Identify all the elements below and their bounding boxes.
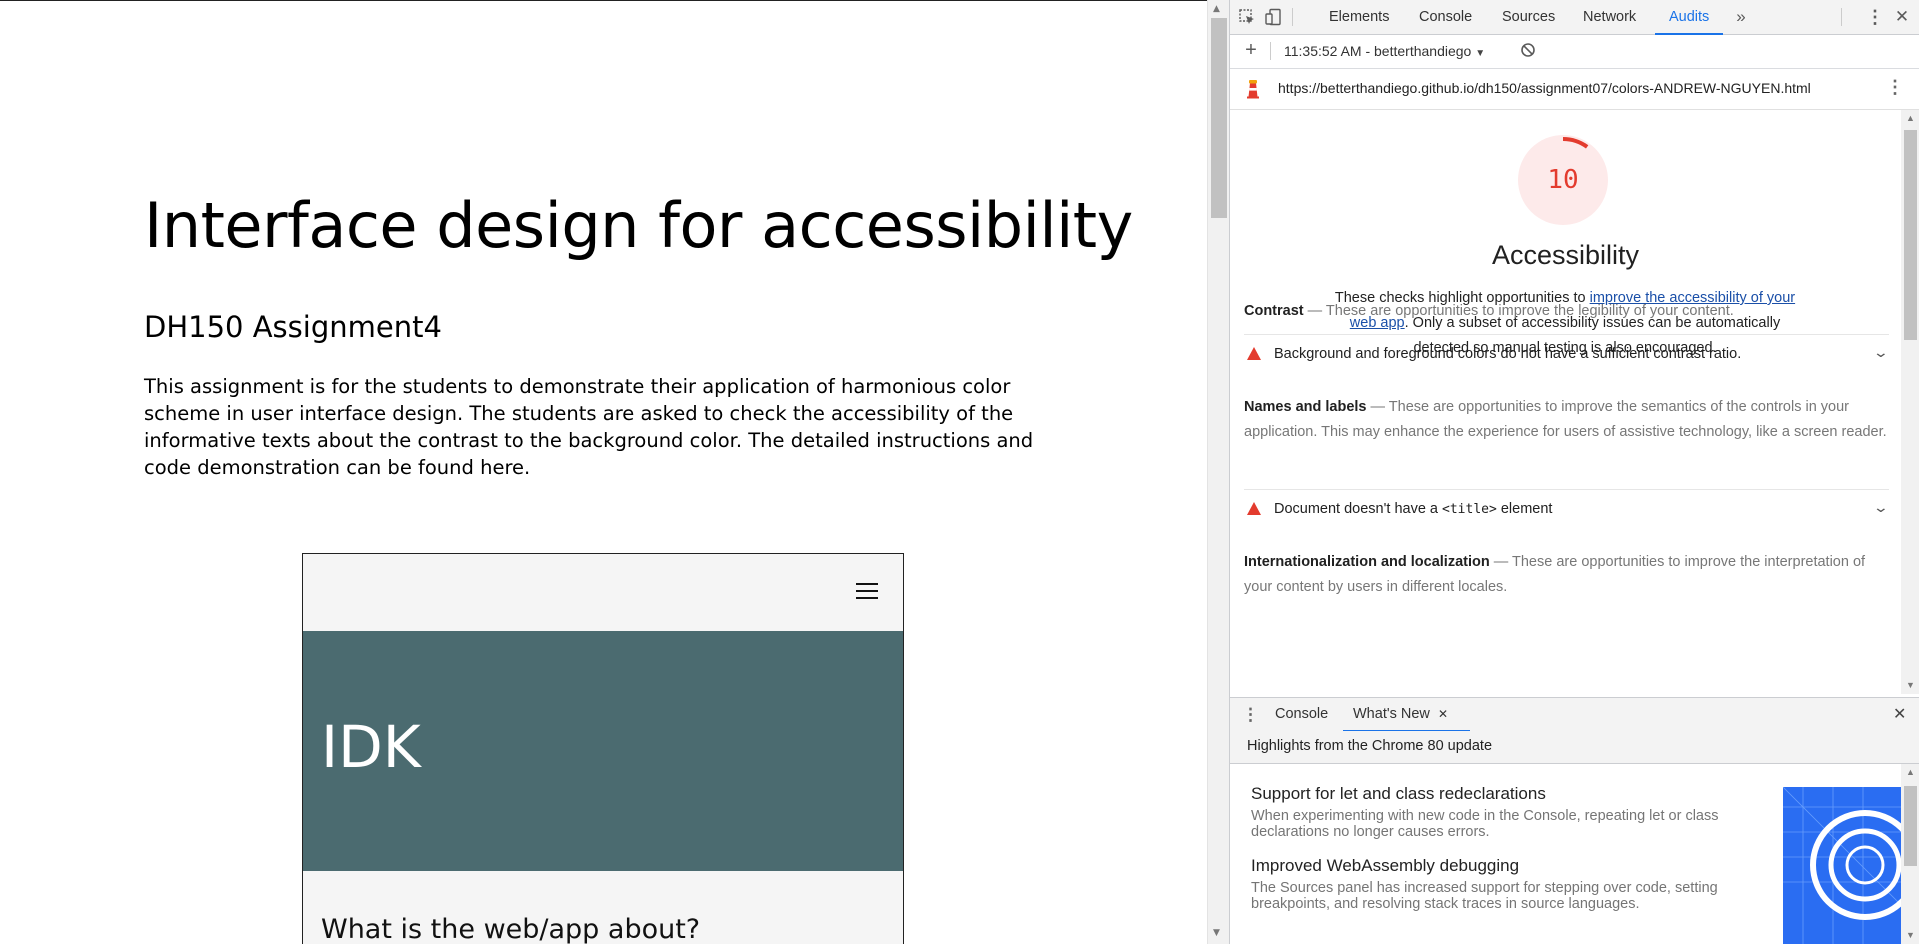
group-title: Internationalization and localization [1244,554,1490,570]
whats-new-item[interactable]: Improved WebAssembly debugging The Sourc… [1251,856,1731,912]
whats-new-illustration [1783,787,1901,944]
audit-title-text: Document doesn't have a [1274,501,1443,517]
whats-new-item-title: Improved WebAssembly debugging [1251,856,1520,875]
audit-title-text: element [1496,501,1553,517]
report-selector-label: 11:35:52 AM - betterthandiego [1284,43,1472,59]
report-url-bar: https://betterthandiego.github.io/dh150/… [1230,69,1919,110]
page-title: Interface design for accessibility [144,189,1133,262]
group-i18n-header: Internationalization and localization — … [1244,554,1866,595]
report-url[interactable]: https://betterthandiego.github.io/dh150/… [1278,80,1811,96]
tab-elements[interactable]: Elements [1329,0,1389,34]
report-menu-icon[interactable]: ⋮ [1886,77,1904,98]
app-mockup: IDK What is the web/app about? [302,553,904,944]
audits-toolbar: + 11:35:52 AM - betterthandiego ▼ [1230,35,1919,69]
drawer-tab-whats-new[interactable]: What's New ✕ [1343,698,1470,732]
whats-new-item-desc: When experimenting with new code in the … [1251,808,1719,840]
hamburger-menu-icon[interactable] [856,583,878,599]
device-toolbar-icon[interactable] [1264,8,1282,26]
devtools-panel: Elements Console Sources Network Audits … [1229,0,1919,944]
audit-document-title[interactable]: Document doesn't have a <title> element … [1244,489,1889,530]
drawer-scrollbar-thumb[interactable] [1904,786,1917,866]
category-title: Accessibility [1491,240,1640,270]
scroll-up-arrow-icon[interactable]: ▲ [1906,767,1915,777]
page-scrollbar[interactable]: ▲ ▼ [1207,0,1230,944]
mockup-hero: IDK [303,631,903,871]
drawer-scrollbar[interactable]: ▲ ▼ [1901,764,1919,944]
whats-new-header: Highlights from the Chrome 80 update [1230,731,1919,764]
audit-title-code: <title> [1442,502,1497,517]
mockup-section-title: What is the web/app about? [321,914,701,944]
mockup-navbar [303,554,903,631]
group-title: Contrast [1244,303,1304,319]
audit-report: 10 Accessibility These checks highlight … [1230,110,1901,694]
report-selector[interactable]: 11:35:52 AM - betterthandiego ▼ [1284,43,1485,59]
group-contrast-header: Contrast — These are opportunities to im… [1244,303,1734,319]
inspect-element-icon[interactable] [1238,8,1256,26]
toolbar-divider [1292,8,1293,26]
page-scrollbar-thumb[interactable] [1211,18,1227,218]
report-scrollbar-thumb[interactable] [1904,130,1917,340]
more-tabs-icon[interactable]: » [1732,8,1750,26]
audit-title: Document doesn't have a <title> element [1274,501,1552,517]
fail-triangle-icon [1247,502,1261,515]
fail-triangle-icon [1247,347,1261,360]
audit-color-contrast[interactable]: Background and foreground colors do not … [1244,334,1889,375]
toolbar-divider [1841,8,1842,26]
clear-all-icon[interactable] [1519,42,1537,60]
page-viewport: Interface design for accessibility DH150… [0,1,1207,944]
drawer-tabbar: ⋮ Console What's New ✕ ✕ [1230,697,1919,732]
scroll-up-arrow-icon[interactable]: ▲ [1213,4,1220,14]
tab-audits[interactable]: Audits [1654,0,1724,35]
new-audit-plus-icon[interactable]: + [1242,40,1260,60]
chevron-down-icon[interactable]: ⌄ [1873,344,1889,361]
group-description: These are opportunities to improve the l… [1325,303,1734,319]
page-subtitle: DH150 Assignment4 [144,310,442,344]
close-tab-icon[interactable]: ✕ [1438,707,1448,721]
report-scrollbar[interactable]: ▲ ▼ [1901,110,1919,694]
whats-new-content: Support for let and class redeclarations… [1230,764,1901,944]
whats-new-item[interactable]: Support for let and class redeclarations… [1251,784,1731,840]
devtools-tabbar: Elements Console Sources Network Audits … [1230,0,1919,35]
tab-console[interactable]: Console [1419,0,1472,34]
score-value: 10 [1547,165,1579,195]
drawer-tab-label: What's New [1353,706,1430,722]
lighthouse-icon [1244,79,1262,104]
tab-sources[interactable]: Sources [1502,0,1555,34]
scroll-down-arrow-icon[interactable]: ▼ [1213,928,1220,938]
close-devtools-icon[interactable]: ✕ [1893,8,1911,26]
score-gauge: 10 [1518,135,1608,225]
tab-network[interactable]: Network [1583,0,1636,34]
scroll-down-arrow-icon[interactable]: ▼ [1906,680,1915,690]
drawer-tab-console[interactable]: Console [1275,698,1328,731]
dropdown-arrow-icon: ▼ [1475,48,1486,59]
audit-title: Background and foreground colors do not … [1274,346,1742,362]
whats-new-item-title: Support for let and class redeclarations [1251,784,1546,803]
toolbar-divider [1270,42,1271,60]
chevron-down-icon[interactable]: ⌄ [1873,499,1889,516]
close-drawer-icon[interactable]: ✕ [1893,698,1906,731]
mockup-hero-title: IDK [321,713,421,781]
customize-devtools-icon[interactable]: ⋮ [1866,8,1884,26]
group-title: Names and labels [1244,399,1367,415]
scroll-up-arrow-icon[interactable]: ▲ [1906,113,1915,123]
scroll-down-arrow-icon[interactable]: ▼ [1906,930,1915,940]
whats-new-subtitle: Highlights from the Chrome 80 update [1247,738,1493,754]
drawer-menu-icon[interactable]: ⋮ [1242,698,1259,731]
page-description: This assignment is for the students to d… [144,375,1034,479]
group-names-labels-header: Names and labels — These are opportuniti… [1244,399,1887,440]
whats-new-item-desc: The Sources panel has increased support … [1251,880,1718,912]
